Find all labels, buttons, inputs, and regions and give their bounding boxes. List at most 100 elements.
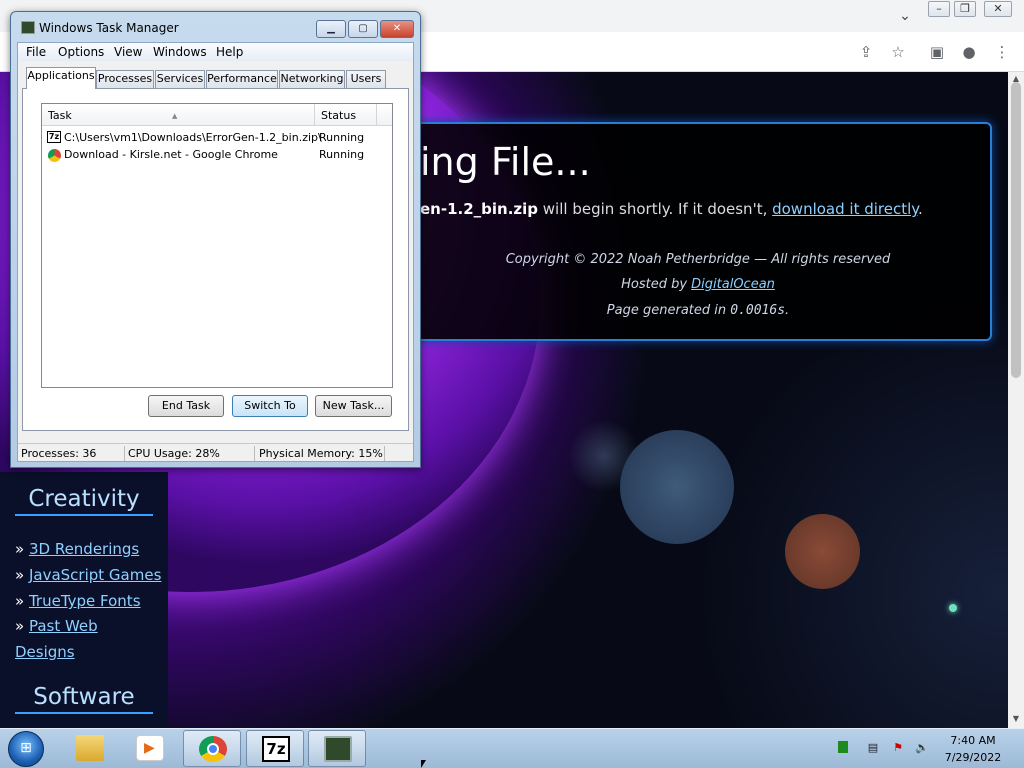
task-manager-window: Windows Task Manager ▁ ▢ ✕ File Options …	[10, 11, 421, 468]
background-star	[949, 604, 957, 612]
chevron-down-icon[interactable]: ⌄	[896, 8, 914, 26]
generated-value: 0.0016s	[730, 303, 786, 318]
hosted-prefix: Hosted by	[621, 277, 692, 292]
taskbar-explorer[interactable]	[61, 730, 119, 767]
menu-file[interactable]: File	[26, 45, 46, 59]
window-title: Windows Task Manager	[39, 21, 179, 35]
physical-memory: Physical Memory: 15%	[259, 447, 383, 460]
tab-users[interactable]: Users	[346, 70, 386, 88]
folder-icon	[76, 735, 104, 761]
action-center-icon[interactable]: ⚑	[891, 741, 905, 755]
clock-time[interactable]: 7:40 AM	[940, 734, 1006, 747]
chrome-maximize-button[interactable]: ❐	[954, 1, 976, 17]
column-header-spacer	[376, 104, 392, 126]
star-icon[interactable]: ☆	[888, 42, 908, 62]
nav-link-truetype-fonts[interactable]: TrueType Fonts	[29, 592, 141, 610]
table-row[interactable]: 7z C:\Users\vm1\Downloads\ErrorGen-1.2_b…	[42, 129, 392, 146]
profile-icon[interactable]: ●	[959, 42, 979, 62]
nav-heading-creativity: Creativity	[15, 486, 153, 516]
share-icon[interactable]: ⇪	[856, 42, 876, 62]
scroll-down-icon[interactable]: ▼	[1008, 714, 1024, 726]
nav-link-javascript-games[interactable]: JavaScript Games	[29, 566, 161, 584]
windows-logo-icon: ⊞	[20, 740, 32, 756]
generated-suffix: .	[785, 303, 790, 318]
page-title: ing File...	[420, 140, 591, 184]
column-header-status[interactable]: Status	[314, 104, 376, 126]
column-label: Task	[48, 109, 72, 122]
background-orb	[785, 514, 860, 589]
hosted-by-text: Hosted by DigitalOcean	[402, 277, 994, 292]
message-text: will begin shortly. If it doesn't,	[538, 200, 773, 218]
new-task-button[interactable]: New Task...	[315, 395, 392, 417]
nav-link-past-web[interactable]: Past Web	[29, 617, 98, 635]
column-header-task[interactable]: Task ▲	[42, 104, 314, 126]
nav-item: » 3D Renderings	[15, 540, 140, 558]
mouse-cursor	[421, 760, 426, 768]
taskbar-task-manager[interactable]	[308, 730, 366, 767]
nav-link-3d-renderings[interactable]: 3D Renderings	[29, 540, 139, 558]
taskbar-7zip[interactable]: 7z	[246, 730, 304, 767]
left-navigation: Creativity » 3D Renderings » JavaScript …	[0, 472, 168, 728]
nav-link-designs[interactable]: Designs	[15, 643, 75, 661]
status-divider	[384, 446, 385, 461]
background-orb	[620, 430, 734, 544]
scrollbar-thumb[interactable]	[1011, 82, 1021, 378]
menu-bar: File Options View Windows Help	[18, 43, 413, 61]
end-task-button[interactable]: End Task	[148, 395, 224, 417]
clock-date[interactable]: 7/29/2022	[940, 751, 1006, 764]
menu-view[interactable]: View	[114, 45, 142, 59]
cpu-usage: CPU Usage: 28%	[128, 447, 220, 460]
task-status: Running	[319, 131, 365, 144]
tab-performance[interactable]: Performance	[206, 70, 278, 88]
chrome-icon	[48, 149, 61, 162]
message-end: .	[918, 200, 923, 218]
status-divider	[124, 446, 125, 461]
maximize-button[interactable]: ▢	[348, 20, 378, 38]
cpu-meter-icon[interactable]	[838, 741, 848, 753]
tab-services[interactable]: Services	[155, 70, 205, 88]
tab-applications[interactable]: Applications	[26, 67, 96, 89]
task-name: C:\Users\vm1\Downloads\ErrorGen-1.2_bin.…	[64, 131, 322, 144]
desktop-screen: ⌄ – ❐ ✕ ⇪ ☆ ▣ ● ⋮ ing File... en-1.2_bin…	[0, 0, 1024, 768]
nav-item: » TrueType Fonts	[15, 592, 141, 610]
7zip-icon: 7z	[262, 736, 290, 762]
nav-heading-software: Software	[15, 684, 153, 714]
task-status: Running	[319, 148, 365, 161]
tab-processes[interactable]: Processes	[96, 70, 154, 88]
menu-windows[interactable]: Windows	[153, 45, 207, 59]
start-button[interactable]: ⊞	[8, 731, 44, 767]
switch-to-button[interactable]: Switch To	[232, 395, 308, 417]
nav-item: » Past Web	[15, 617, 98, 635]
minimize-button[interactable]: ▁	[316, 20, 346, 38]
task-manager-body: File Options View Windows Help Applicati…	[17, 42, 414, 462]
applications-page: Task ▲ Status 7z C:\Users\vm1\Downloads\E…	[22, 88, 409, 431]
download-direct-link[interactable]: download it directly	[772, 200, 918, 218]
status-divider	[254, 446, 255, 461]
menu-icon[interactable]: ⋮	[992, 42, 1012, 62]
taskbar: ⊞ ▶ 7z ▤ ⚑ 🔈 7:40 AM 7/29/2022	[0, 728, 1024, 768]
chrome-close-button[interactable]: ✕	[984, 1, 1012, 17]
side-panel-icon[interactable]: ▣	[927, 42, 947, 62]
volume-icon[interactable]: 🔈	[915, 741, 929, 755]
download-panel: ing File... en-1.2_bin.zip will begin sh…	[400, 122, 992, 341]
file-name: en-1.2_bin.zip	[420, 200, 539, 218]
network-icon[interactable]: ▤	[866, 741, 880, 755]
digitalocean-link[interactable]: DigitalOcean	[691, 277, 775, 292]
status-bar: Processes: 36 CPU Usage: 28% Physical Me…	[18, 443, 413, 461]
menu-options[interactable]: Options	[58, 45, 104, 59]
tab-networking[interactable]: Networking	[279, 70, 345, 88]
sort-arrow-icon: ▲	[172, 112, 178, 120]
7zip-icon: 7z	[47, 131, 61, 143]
chrome-minimize-button[interactable]: –	[928, 1, 950, 17]
task-manager-icon	[324, 736, 352, 762]
page-scrollbar[interactable]: ▲ ▼	[1008, 72, 1024, 728]
menu-help[interactable]: Help	[216, 45, 243, 59]
generated-prefix: Page generated in	[606, 303, 731, 318]
taskbar-chrome[interactable]	[183, 730, 241, 767]
close-button[interactable]: ✕	[380, 20, 414, 38]
task-list: Task ▲ Status 7z C:\Users\vm1\Downloads\E…	[41, 103, 393, 388]
media-player-icon: ▶	[136, 735, 164, 761]
taskbar-media-player[interactable]: ▶	[121, 730, 179, 767]
table-row[interactable]: Download - Kirsle.net - Google Chrome Ru…	[42, 146, 392, 163]
chrome-icon	[199, 736, 227, 762]
